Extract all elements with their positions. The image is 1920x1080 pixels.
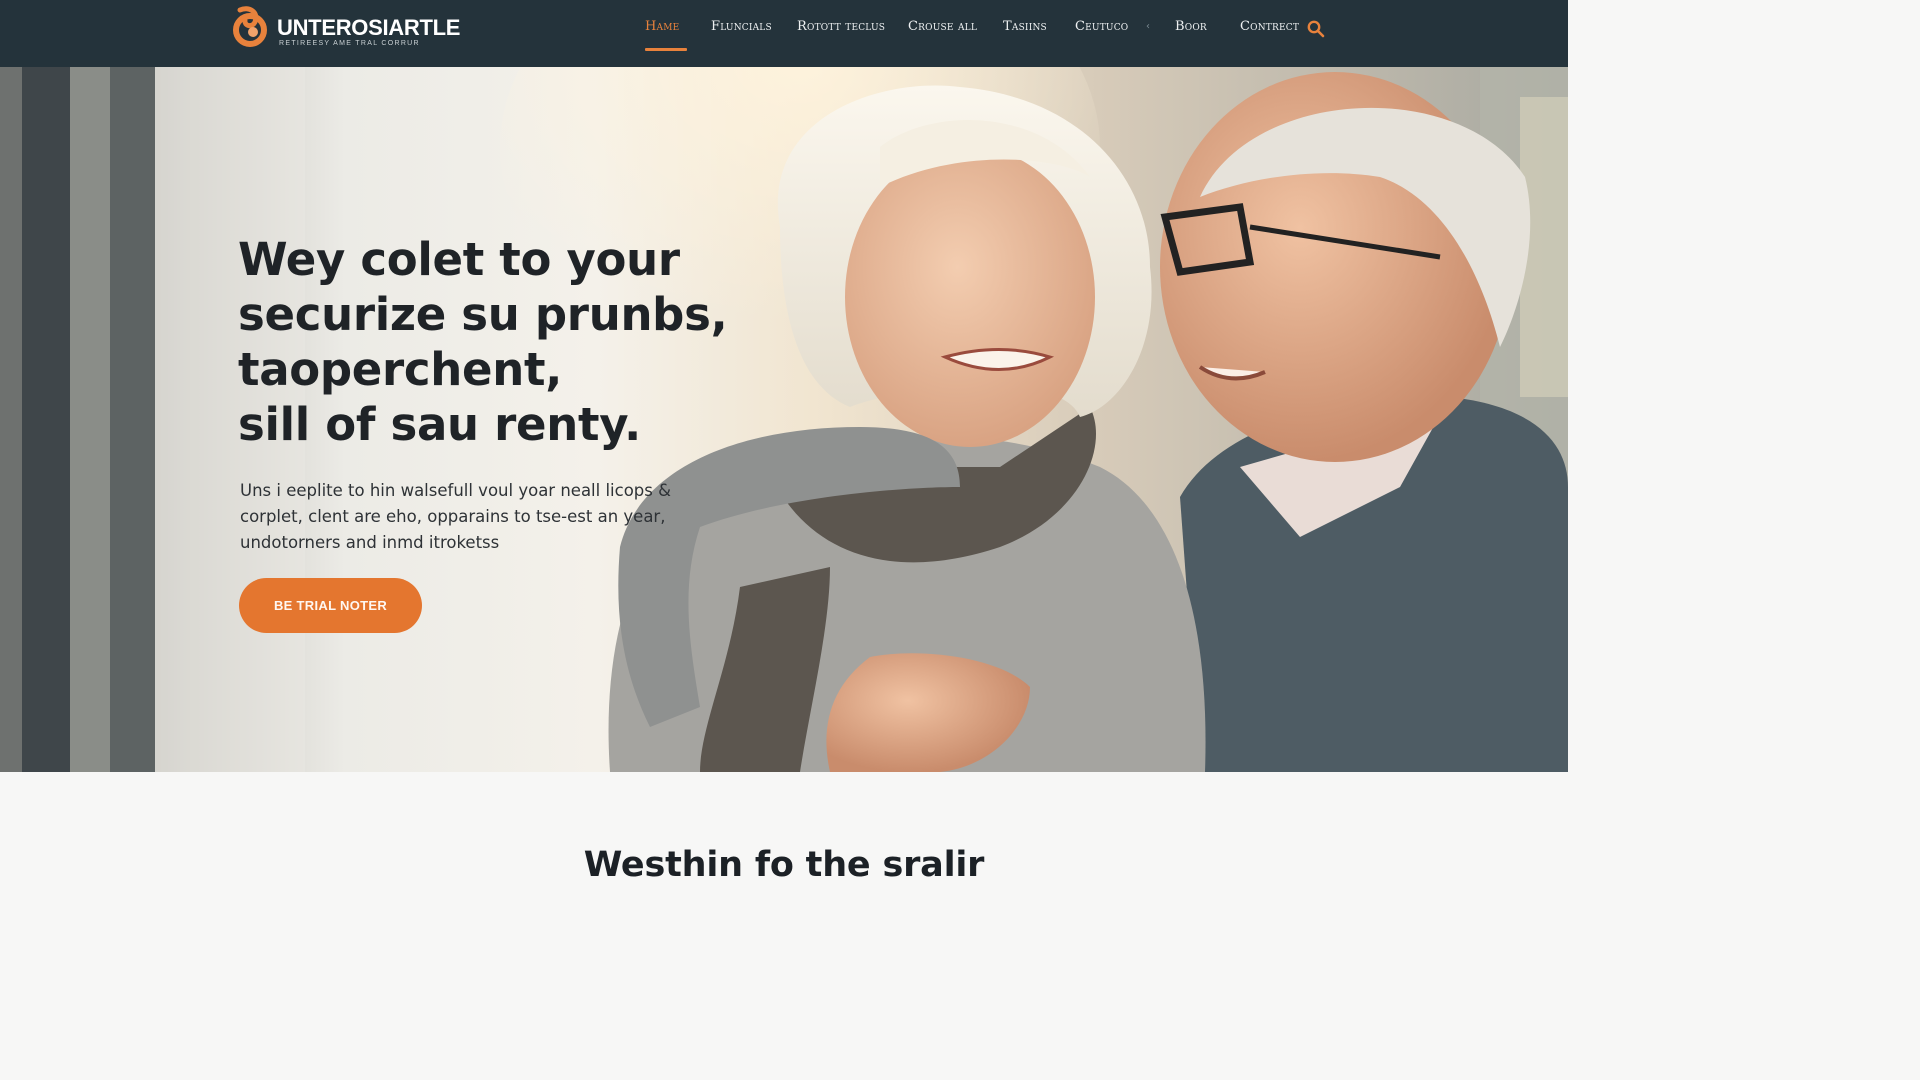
section-heading: Westhin fo the sralir [583, 845, 985, 885]
nav-item-contrect[interactable]: Contrect [1240, 19, 1299, 39]
nav-item-boor[interactable]: Boor [1175, 19, 1207, 39]
hero-headline-line: taoperchent, [238, 343, 562, 396]
hero-section: Wey colet to your securize su prunbs, ta… [0, 67, 1568, 772]
nav-item-fluncials[interactable]: Fluncials [711, 19, 772, 39]
nav-item-home[interactable]: Hame [645, 19, 679, 39]
nav-item-ceutuco[interactable]: Ceutuco [1075, 19, 1128, 39]
site-header: UNTEROSIARTLE RETIREESY AME TRAL CORRUR … [0, 0, 1568, 67]
main-nav: Hame Fluncials Rotott teclus Crouse all … [0, 0, 1568, 67]
hero-headline-line: Wey colet to your [238, 233, 680, 286]
nav-item-tasiins[interactable]: Tasiins [1003, 19, 1047, 39]
hero-headline-line: securize su prunbs, [238, 288, 728, 341]
search-icon[interactable] [1306, 19, 1326, 39]
nav-item-crouse-all[interactable]: Crouse all [908, 19, 977, 39]
hero-headline-line: sill of sau renty. [238, 398, 641, 451]
hero-description-line: undotorners and inmd itroketss [240, 533, 500, 552]
hero-description: Uns i eeplite to hin walsefull voul yoar… [240, 478, 700, 556]
trial-cta-button[interactable]: BE TRIAL NOTER [239, 578, 422, 633]
hero-photo [0, 67, 1568, 772]
nav-active-indicator [645, 48, 687, 51]
hero-description-line: corplet, clent are eho, opparains to tse… [240, 507, 666, 526]
hero-description-line: Uns i eeplite to hin walsefull voul yoar… [240, 481, 671, 500]
hero-headline: Wey colet to your securize su prunbs, ta… [238, 232, 758, 452]
nav-item-rotott-teclus[interactable]: Rotott teclus [797, 19, 885, 39]
nav-separator: ‹ [1146, 21, 1150, 32]
